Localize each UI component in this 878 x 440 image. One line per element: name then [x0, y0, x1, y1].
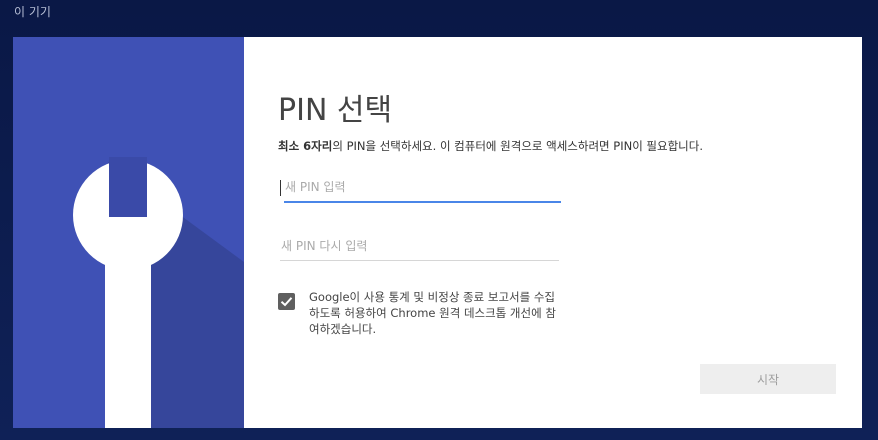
dialog-content: PIN 선택 최소 6자리의 PIN을 선택하세요. 이 컴퓨터에 원격으로 액… [244, 37, 862, 428]
start-button[interactable]: 시작 [700, 364, 836, 394]
wrench-icon [73, 157, 244, 428]
description-text: 의 PIN을 선택하세요. 이 컴퓨터에 원격으로 액세스하려면 PIN이 필요… [332, 139, 703, 153]
pin-dialog: PIN 선택 최소 6자리의 PIN을 선택하세요. 이 컴퓨터에 원격으로 액… [13, 37, 862, 428]
consent-label: Google이 사용 통계 및 비정상 종료 보고서를 수집하도록 허용하여 C… [309, 290, 556, 336]
description-emphasis: 최소 6자리 [278, 139, 333, 153]
consent-checkbox[interactable] [278, 293, 295, 310]
confirm-pin-input[interactable] [280, 234, 559, 261]
new-pin-input[interactable] [284, 175, 561, 203]
dialog-title: PIN 선택 [278, 93, 393, 128]
text-caret [280, 180, 281, 196]
checkmark-icon [280, 297, 293, 307]
page-header-title: 이 기기 [14, 5, 51, 19]
dialog-illustration-panel [13, 37, 244, 428]
dialog-description: 최소 6자리의 PIN을 선택하세요. 이 컴퓨터에 원격으로 액세스하려면 P… [278, 138, 703, 154]
